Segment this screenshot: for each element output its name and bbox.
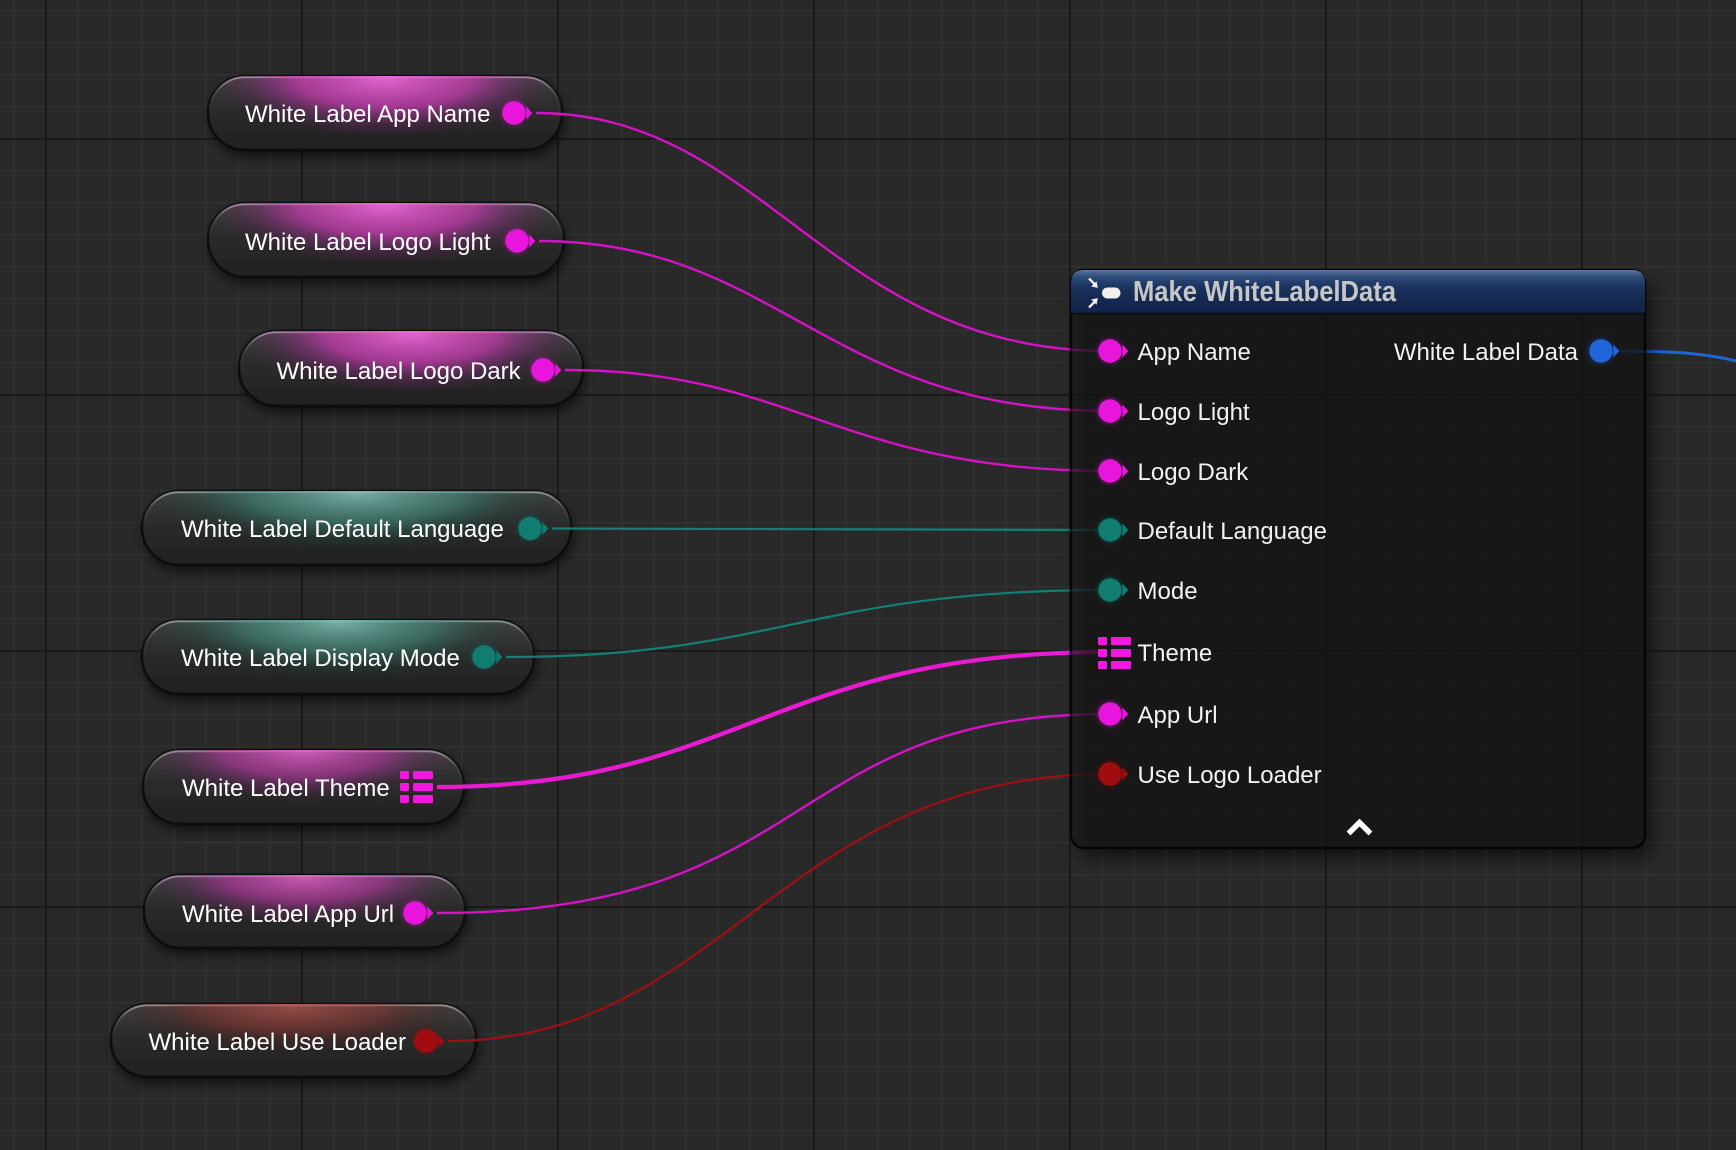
svg-text:App Url: App Url [1138, 702, 1218, 729]
svg-text:Theme: Theme [1138, 640, 1213, 667]
svg-text:Use Logo Loader: Use Logo Loader [1138, 762, 1322, 789]
svg-text:Logo Light: Logo Light [1138, 399, 1250, 426]
svg-text:Make WhiteLabelData: Make WhiteLabelData [1133, 276, 1397, 308]
svg-text:White Label Data: White Label Data [1394, 339, 1579, 366]
svg-text:Logo Dark: Logo Dark [1138, 459, 1250, 486]
svg-text:White Label Logo Dark: White Label Logo Dark [277, 358, 522, 385]
svg-text:Default Language: Default Language [1138, 518, 1328, 545]
svg-text:White Label Display Mode: White Label Display Mode [181, 645, 460, 672]
svg-text:White Label Theme: White Label Theme [182, 775, 390, 802]
svg-text:White Label Logo Light: White Label Logo Light [245, 229, 491, 256]
svg-text:White Label App Name: White Label App Name [245, 101, 490, 128]
svg-text:App Name: App Name [1138, 339, 1251, 366]
svg-text:White Label Default Language: White Label Default Language [181, 516, 504, 543]
svg-text:White Label App Url: White Label App Url [182, 901, 394, 928]
svg-text:White Label Use Loader: White Label Use Loader [149, 1029, 406, 1056]
svg-text:Mode: Mode [1138, 578, 1198, 605]
